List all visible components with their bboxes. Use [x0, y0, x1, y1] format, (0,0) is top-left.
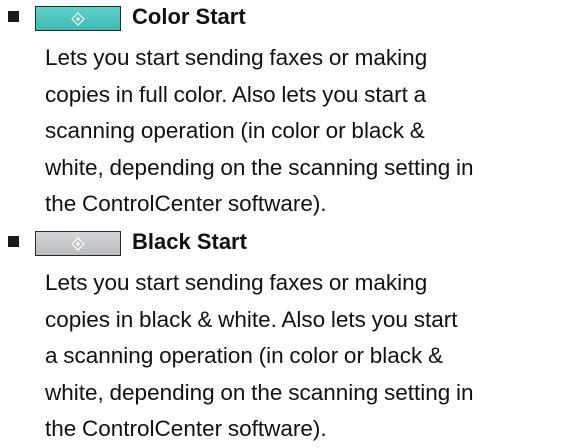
description-line: scanning operation (in color or black & — [45, 118, 425, 143]
black-start-description: Lets you start sending faxes or making c… — [45, 265, 575, 448]
description-line: the ControlCenter software). — [45, 416, 327, 441]
color-start-description: Lets you start sending faxes or making c… — [45, 40, 575, 223]
description-line: Lets you start sending faxes or making — [45, 45, 428, 70]
start-diamond-icon — [71, 236, 85, 251]
color-start-key — [35, 6, 121, 31]
description-line: white, depending on the scanning setting… — [45, 154, 474, 180]
black-start-title: Black Start — [132, 229, 247, 254]
description-line: white, depending on the scanning setting… — [45, 379, 474, 405]
bullet-square-icon — [8, 236, 19, 247]
description-line: the ControlCenter software). — [45, 191, 327, 216]
description-line: Lets you start sending faxes or making — [45, 270, 428, 295]
description-line: copies in black & white. Also lets you s… — [45, 306, 458, 332]
description-line: a scanning operation (in color or black … — [45, 343, 443, 368]
color-start-title: Color Start — [132, 4, 246, 29]
description-line: copies in full color. Also lets you star… — [45, 81, 427, 107]
bullet-square-icon — [8, 11, 19, 22]
start-diamond-icon — [71, 11, 85, 26]
black-start-key — [35, 231, 121, 256]
